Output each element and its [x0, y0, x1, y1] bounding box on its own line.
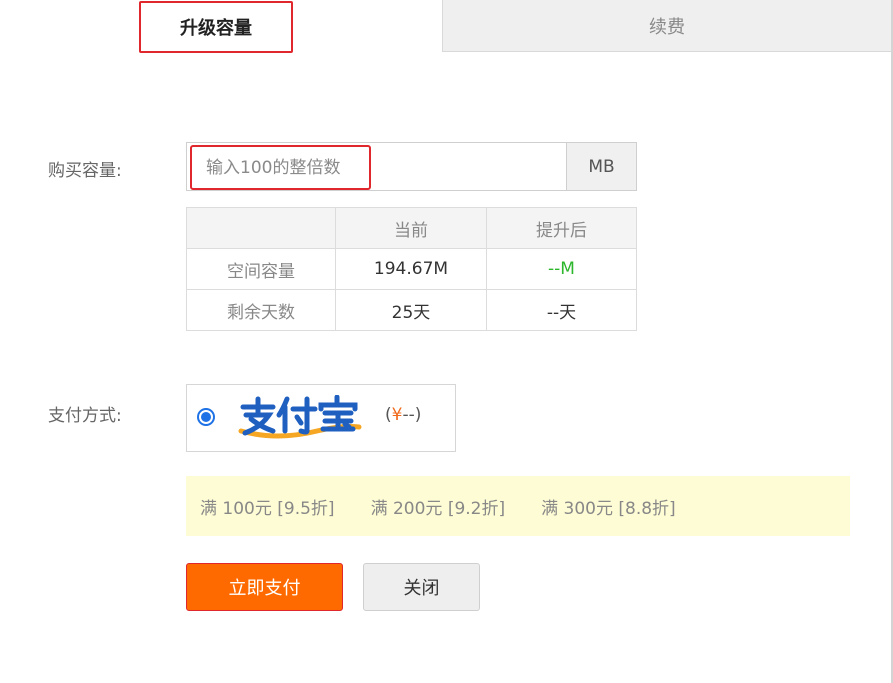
payment-radio[interactable]: [197, 408, 215, 426]
row-label-days: 剩余天数: [186, 289, 336, 331]
table-row: 空间容量 194.67M --M: [186, 248, 637, 290]
tab-upgrade-capacity[interactable]: 升级容量: [139, 1, 293, 53]
pay-now-button[interactable]: 立即支付: [186, 563, 343, 611]
after-days: --天: [486, 289, 637, 331]
payment-price: (¥--): [385, 405, 422, 425]
alipay-logo: [237, 394, 365, 441]
discount-item: 满 100元 [9.5折]: [200, 498, 335, 519]
table-row: 剩余天数 25天 --天: [186, 289, 637, 331]
current-space: 194.67M: [335, 248, 487, 290]
radio-dot: [201, 412, 211, 422]
capacity-input-wrapper: [186, 142, 567, 191]
payment-option-alipay[interactable]: (¥--): [186, 384, 456, 452]
close-button[interactable]: 关闭: [363, 563, 480, 611]
discount-bar: 满 100元 [9.5折] 满 200元 [9.2折] 满 300元 [8.8折…: [186, 476, 850, 536]
current-days: 25天: [335, 289, 487, 331]
discount-item: 满 300元 [8.8折]: [541, 498, 676, 519]
table-header-row: 当前 提升后: [186, 207, 637, 249]
discount-item: 满 200元 [9.2折]: [370, 498, 506, 519]
payment-label: 支付方式:: [48, 406, 122, 426]
currency-symbol: ¥: [391, 405, 403, 425]
table-header-empty: [186, 207, 336, 249]
capacity-label: 购买容量:: [48, 161, 122, 181]
row-label-space: 空间容量: [186, 248, 336, 290]
table-header-after: 提升后: [486, 207, 637, 249]
capacity-input[interactable]: [190, 145, 371, 190]
capacity-table: 当前 提升后 空间容量 194.67M --M 剩余天数 25天 --天: [186, 207, 637, 331]
table-header-current: 当前: [335, 207, 487, 249]
tab-renew[interactable]: 续费: [442, 0, 891, 52]
unit-label: MB: [566, 142, 637, 191]
after-space: --M: [486, 248, 637, 290]
